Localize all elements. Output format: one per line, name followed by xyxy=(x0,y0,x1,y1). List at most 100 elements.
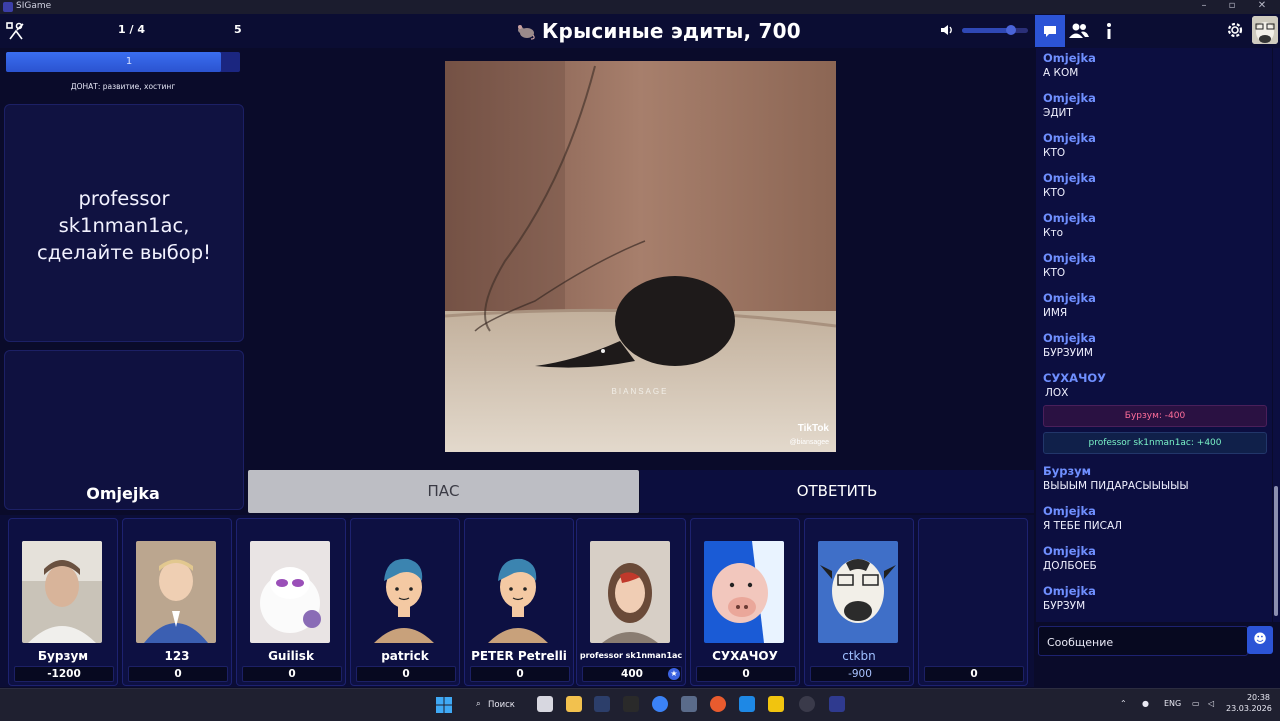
chat-message: СУХАЧОУ ЛОХ xyxy=(1043,371,1106,399)
player-card[interactable]: 123 0 xyxy=(122,518,232,686)
task-view-icon[interactable] xyxy=(537,696,553,712)
player-card[interactable]: Бурзум -1200 xyxy=(8,518,118,686)
player-avatar xyxy=(478,541,558,643)
players-icon[interactable] xyxy=(1068,21,1090,41)
player-card[interactable]: patrick 0 xyxy=(350,518,460,686)
chat-text: БУРЗУИМ xyxy=(1043,347,1093,359)
chat-author[interactable]: СУХАЧОУ xyxy=(1043,371,1106,385)
question-title-text: Крысиные эдиты, 700 xyxy=(542,19,801,43)
chat-author[interactable]: Omjejka xyxy=(1043,331,1096,345)
steam-icon[interactable] xyxy=(594,696,610,712)
chat-author[interactable]: Omjejka xyxy=(1043,131,1096,145)
chat-author[interactable]: Omjejka xyxy=(1043,251,1096,265)
chat-text: БУРЗУМ xyxy=(1043,600,1086,612)
player-card[interactable]: ctkbn -900 xyxy=(804,518,914,686)
round-indicator: 1 / 4 xyxy=(118,23,145,36)
player-name: СУХАЧОУ xyxy=(712,649,778,663)
player-avatar xyxy=(818,541,898,643)
browser-icon[interactable] xyxy=(652,696,668,712)
player-avatar xyxy=(364,541,444,643)
app-star-icon[interactable] xyxy=(623,696,639,712)
file-explorer-icon[interactable] xyxy=(566,696,582,712)
tray-mic-icon[interactable]: ● xyxy=(1142,699,1149,708)
chat-author[interactable]: Omjejka xyxy=(1043,91,1096,105)
chat-text: КТО xyxy=(1043,147,1066,159)
network-icon[interactable]: ▭ xyxy=(1192,699,1200,708)
chat-text: ДОЛБОЕБ xyxy=(1043,560,1097,572)
volume-slider-handle[interactable] xyxy=(1006,25,1016,35)
chat-author[interactable]: Omjejka xyxy=(1043,544,1097,558)
language-indicator[interactable]: ENG xyxy=(1164,699,1181,708)
pass-button[interactable]: ПАС xyxy=(248,470,639,513)
user-avatar[interactable] xyxy=(1252,16,1278,44)
player-name: Guilisk xyxy=(268,649,314,663)
chat-author[interactable]: Omjejka xyxy=(1043,51,1096,65)
player-name: Бурзум xyxy=(37,649,89,663)
player-card[interactable]: Guilisk 0 xyxy=(236,518,346,686)
chat-text: ЭДИТ xyxy=(1043,107,1073,119)
timer-progress-label: 1 xyxy=(125,56,133,67)
status-card: professor sk1nman1ac, сделайте выбор! xyxy=(4,104,244,342)
player-name: ctkbn xyxy=(842,649,876,663)
settings-gear-icon[interactable] xyxy=(1226,21,1244,39)
chat-message: Omjejka А КОМ xyxy=(1043,51,1096,79)
player-card[interactable]: СУХАЧОУ 0 xyxy=(690,518,800,686)
taskbar-search-label: Поиск xyxy=(488,700,515,710)
player-card-empty[interactable]: 0 xyxy=(918,518,1028,686)
obs-icon[interactable] xyxy=(799,696,815,712)
chat-message: Omjejka ИМЯ xyxy=(1043,291,1096,319)
chat-author[interactable]: Omjejka xyxy=(1043,584,1096,598)
player-score: 0 xyxy=(924,666,1024,682)
vscode-icon[interactable] xyxy=(739,696,755,712)
search-icon: ⌕ xyxy=(476,699,481,709)
player-avatar xyxy=(250,541,330,643)
tab-chat[interactable] xyxy=(1035,15,1065,47)
chat-text: ВЫЫЫМ ПИДАРАСЫЫЫЫЫ xyxy=(1043,480,1189,492)
chat-message-input[interactable] xyxy=(1045,632,1245,652)
player-score: -900 xyxy=(810,666,910,682)
rat-video-frame: BIANSAGE TikTok @biansagee xyxy=(445,61,836,452)
minimize-icon[interactable]: – xyxy=(1192,0,1216,11)
chat-scrollbar[interactable] xyxy=(1273,48,1280,622)
close-icon[interactable]: ✕ xyxy=(1250,0,1274,11)
tiktok-label: TikTok xyxy=(798,423,830,434)
windows-start-icon[interactable] xyxy=(436,697,452,713)
volume-icon[interactable] xyxy=(940,23,954,37)
chat-author[interactable]: Omjejka xyxy=(1043,291,1096,305)
chat-author[interactable]: Omjejka xyxy=(1043,211,1096,225)
chat-text: Кто xyxy=(1043,227,1063,239)
score-change-plus: professor sk1nman1ac: +400 xyxy=(1043,432,1267,454)
volume-slider-fill xyxy=(962,28,1010,33)
chat-message: Omjejka ЭДИТ xyxy=(1043,91,1096,119)
tray-expand-icon[interactable]: ⌃ xyxy=(1120,699,1127,708)
speaker-icon[interactable]: ◁ xyxy=(1208,699,1214,708)
sigame-taskbar-icon[interactable] xyxy=(829,696,845,712)
microphone-app-icon[interactable] xyxy=(710,696,726,712)
clock[interactable]: 20:38 23.03.2026 xyxy=(1226,692,1272,714)
chat-scrollbar-thumb[interactable] xyxy=(1274,486,1278,616)
window-titlebar: SIGame – ▫ ✕ xyxy=(0,0,1280,14)
game-menu-icon[interactable] xyxy=(6,21,26,41)
chat-message: Omjejka КТО xyxy=(1043,171,1096,199)
emoji-icon: ☻ xyxy=(1253,632,1267,647)
taskbar-search[interactable]: ⌕ Поиск xyxy=(466,696,524,714)
chat-message: Omjejka БУРЗУИМ xyxy=(1043,331,1096,359)
app-yellow-icon[interactable] xyxy=(768,696,784,712)
question-media[interactable]: BIANSAGE TikTok @biansagee xyxy=(445,61,836,452)
chat-input-box[interactable] xyxy=(1038,626,1248,656)
chat-text: ЛОХ xyxy=(1045,387,1069,399)
steam-alt-icon[interactable] xyxy=(681,696,697,712)
player-card[interactable]: professor sk1nman1ac 400 xyxy=(576,518,686,686)
answer-button[interactable]: ОТВЕТИТЬ xyxy=(640,470,1034,513)
chat-author[interactable]: Omjejka xyxy=(1043,504,1122,518)
chat-author[interactable]: Omjejka xyxy=(1043,171,1096,185)
chat-text: Я ТЕБЕ ПИСАЛ xyxy=(1043,520,1123,532)
chat-message: Бурзум ВЫЫЫМ ПИДАРАСЫЫЫЫЫ xyxy=(1043,464,1189,492)
info-icon[interactable] xyxy=(1102,21,1116,41)
player-card[interactable]: PETER Petrelli 0 xyxy=(464,518,574,686)
maximize-icon[interactable]: ▫ xyxy=(1220,0,1244,11)
emoji-button[interactable]: ☻ xyxy=(1247,626,1273,654)
chat-author[interactable]: Бурзум xyxy=(1043,464,1189,478)
score-change-minus: Бурзум: -400 xyxy=(1043,405,1267,427)
donate-link[interactable]: ДОНАТ: развитие, хостинг xyxy=(6,82,240,91)
